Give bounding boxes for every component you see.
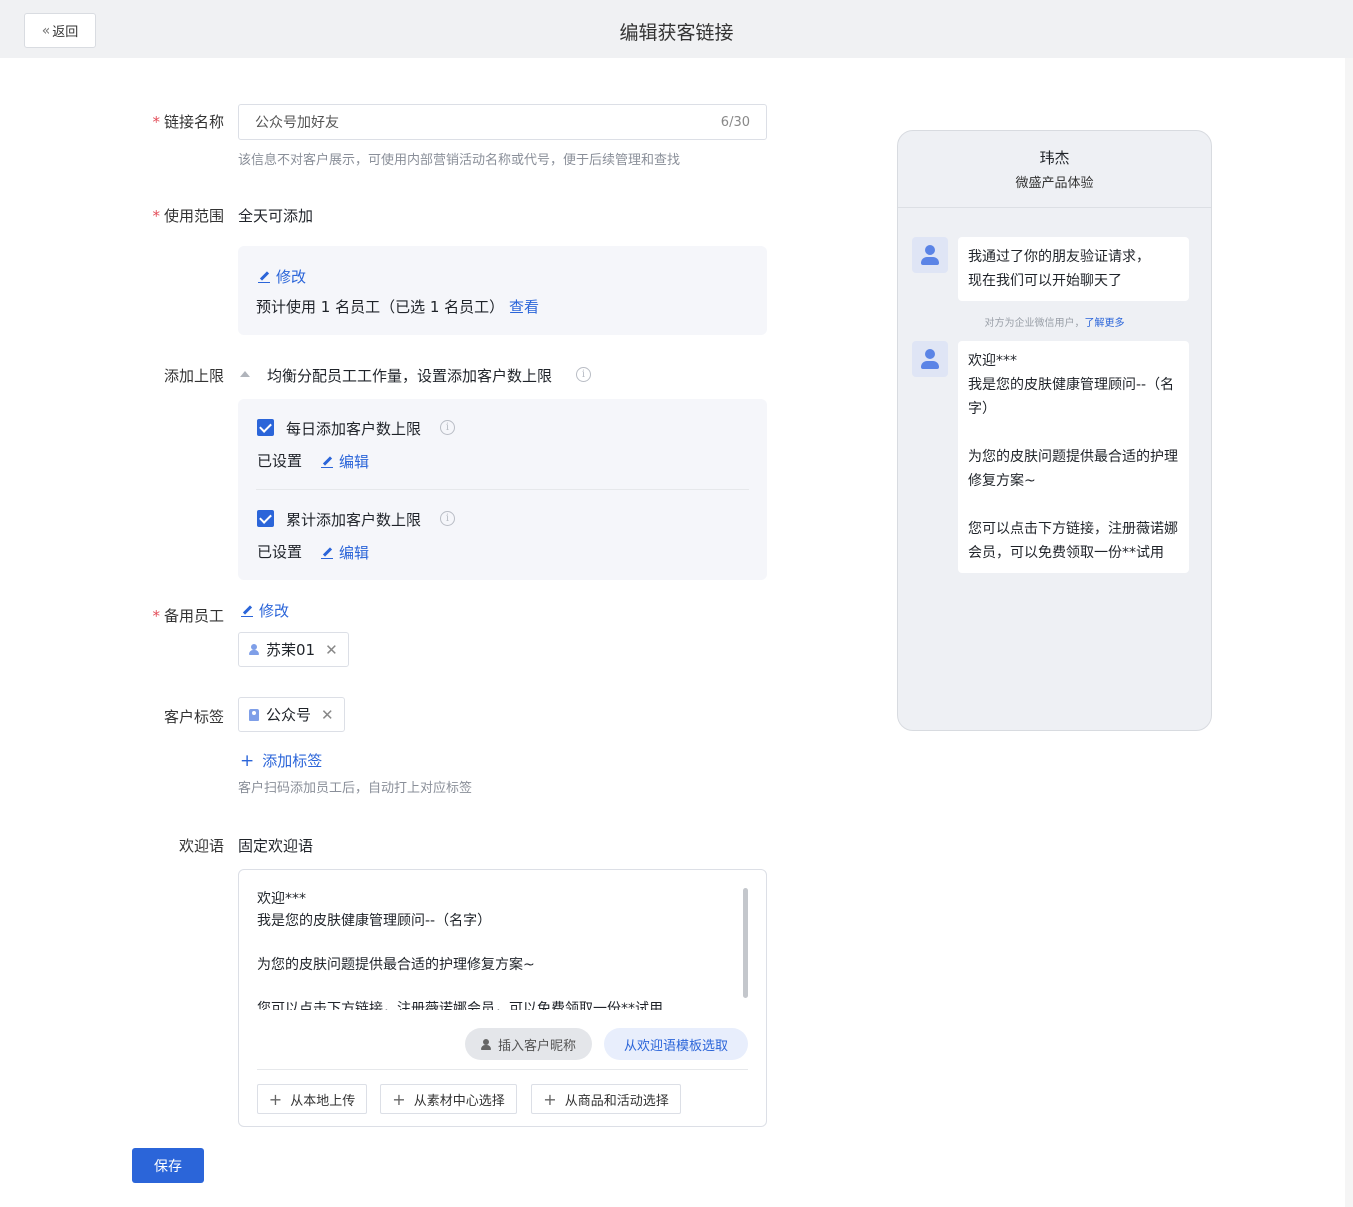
remove-icon[interactable]: ✕ xyxy=(321,706,334,724)
avatar xyxy=(912,237,948,273)
learn-more-link[interactable]: 了解更多 xyxy=(1085,318,1125,329)
link-name-input[interactable]: 公众号加好友 6/30 xyxy=(238,104,767,140)
scope-modify-link[interactable]: 修改 xyxy=(258,266,306,287)
insert-nickname-button[interactable]: 插入客户昵称 xyxy=(465,1028,592,1060)
plus-icon: + xyxy=(392,1089,406,1109)
chat-message: 欢迎*** 我是您的皮肤健康管理顾问--（名字） 为您的皮肤问题提供最合适的护理… xyxy=(958,341,1189,573)
upload-local-button[interactable]: + 从本地上传 xyxy=(257,1084,367,1114)
top-bar: « 返回 编辑获客链接 xyxy=(0,0,1353,58)
welcome-editor: 欢迎*** 我是您的皮肤健康管理顾问--（名字） 为您的皮肤问题提供最合适的护理… xyxy=(238,869,767,1127)
welcome-label: 欢迎语 xyxy=(178,837,224,855)
material-center-button[interactable]: + 从素材中心选择 xyxy=(380,1084,517,1114)
plus-icon: + xyxy=(543,1089,557,1109)
link-name-value: 公众号加好友 xyxy=(255,115,339,131)
remove-icon[interactable]: ✕ xyxy=(325,641,338,659)
chat-message: 我通过了你的朋友验证请求， 现在我们可以开始聊天了 xyxy=(958,237,1189,301)
limit-box: 每日添加客户数上限 i 已设置 编辑 累计添加客户数上限 i 已设置 编辑 xyxy=(238,399,767,580)
edit-icon xyxy=(241,605,253,617)
save-button[interactable]: 保存 xyxy=(132,1148,204,1183)
product-activity-button[interactable]: + 从商品和活动选择 xyxy=(531,1084,681,1114)
plus-icon: + xyxy=(268,1089,283,1109)
user-icon xyxy=(480,1038,491,1050)
textarea-scrollbar[interactable] xyxy=(743,888,748,998)
contact-org: 微盛产品体验 xyxy=(1015,176,1094,191)
template-select-button[interactable]: 从欢迎语模板选取 xyxy=(604,1028,748,1060)
edit-icon xyxy=(321,547,333,559)
customer-tag-label: 公众号 xyxy=(266,706,312,724)
required-mark: * xyxy=(152,607,160,625)
welcome-textarea[interactable]: 欢迎*** 我是您的皮肤健康管理顾问--（名字） 为您的皮肤问题提供最合适的护理… xyxy=(257,888,737,1010)
total-limit-status: 已设置 xyxy=(257,543,303,561)
page-scrollbar[interactable] xyxy=(1345,58,1353,1207)
limit-description: 均衡分配员工工作量，设置添加客户数上限 xyxy=(267,367,553,385)
required-mark: * xyxy=(152,113,160,131)
info-icon[interactable]: i xyxy=(440,511,455,526)
customer-tag: 公众号 ✕ xyxy=(238,697,345,732)
staff-tag-label: 苏茉01 xyxy=(266,641,316,659)
scope-label: * 使用范围 xyxy=(152,207,224,225)
scope-value: 全天可添加 xyxy=(238,207,314,225)
tag-icon xyxy=(249,708,259,721)
avatar xyxy=(912,341,948,377)
info-icon[interactable]: i xyxy=(440,420,455,435)
staff-tag: 苏茉01 ✕ xyxy=(238,632,349,667)
required-mark: * xyxy=(152,207,160,225)
chat-header: 玮杰 微盛产品体验 xyxy=(898,131,1211,208)
total-limit-checkbox[interactable] xyxy=(257,510,274,527)
link-name-label: * 链接名称 xyxy=(152,113,224,131)
daily-limit-status: 已设置 xyxy=(257,452,303,470)
scope-summary: 预计使用 1 名员工（已选 1 名员工） xyxy=(256,298,505,316)
edit-icon xyxy=(258,271,270,283)
link-name-hint: 该信息不对客户展示，可使用内部营销活动名称或代号，便于后续管理和查找 xyxy=(238,153,681,168)
daily-limit-checkbox[interactable] xyxy=(257,419,274,436)
customer-tags-hint: 客户扫码添加员工后，自动打上对应标签 xyxy=(238,781,473,796)
total-limit-label: 累计添加客户数上限 xyxy=(286,511,422,529)
user-icon xyxy=(249,644,259,655)
char-count: 6/30 xyxy=(720,114,750,130)
scope-view-link[interactable]: 查看 xyxy=(509,296,539,317)
daily-limit-edit-link[interactable]: 编辑 xyxy=(321,451,369,472)
divider xyxy=(256,489,749,490)
add-tag-button[interactable]: + 添加标签 xyxy=(240,750,322,771)
backup-staff-label: * 备用员工 xyxy=(152,607,224,625)
daily-limit-label: 每日添加客户数上限 xyxy=(286,420,422,438)
page-title: 编辑获客链接 xyxy=(619,22,734,44)
customer-tags-label: 客户标签 xyxy=(163,708,224,726)
total-limit-edit-link[interactable]: 编辑 xyxy=(321,542,369,563)
divider xyxy=(257,1069,748,1070)
scope-box: 修改 预计使用 1 名员工（已选 1 名员工） 查看 xyxy=(238,246,767,335)
backup-staff-modify-link[interactable]: 修改 xyxy=(241,600,289,621)
system-note: 对方为企业微信用户，了解更多 xyxy=(984,318,1125,329)
limit-label: 添加上限 xyxy=(163,367,224,385)
edit-icon xyxy=(321,456,333,468)
collapse-triangle-icon[interactable] xyxy=(240,371,250,377)
info-icon[interactable]: i xyxy=(576,367,591,382)
welcome-type: 固定欢迎语 xyxy=(238,837,314,855)
contact-name: 玮杰 xyxy=(1039,149,1070,167)
chat-preview: 玮杰 微盛产品体验 我通过了你的朋友验证请求， 现在我们可以开始聊天了 对方为企… xyxy=(897,130,1212,731)
plus-icon: + xyxy=(240,751,255,771)
